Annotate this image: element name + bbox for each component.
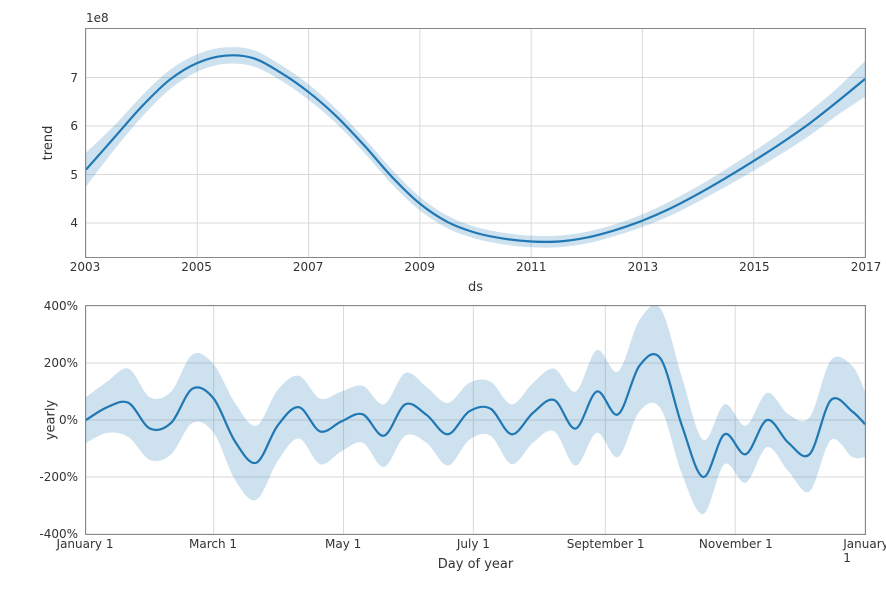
xtick-label: July 1 [457, 537, 490, 551]
ytick-label: 200% [44, 356, 78, 370]
ytick-label: -200% [39, 470, 78, 484]
xtick-label: 2013 [628, 260, 659, 274]
xtick-label: 2017 [851, 260, 882, 274]
ytick-label: 5 [70, 168, 78, 182]
xtick-label: January 1 [843, 537, 886, 565]
xtick-label: 2005 [181, 260, 212, 274]
xtick-label: 2011 [516, 260, 547, 274]
y-multiplier: 1e8 [86, 11, 109, 25]
xtick-label: 2007 [293, 260, 324, 274]
ylabel-yearly: yearly [44, 400, 59, 440]
figure: 1e8 trend 4567 2003 2005 2007 2009 2011 2013 2… [10, 28, 876, 572]
xtick-label: January 1 [57, 537, 114, 551]
yearly-panel: yearly -400%-200%0%200%400% [85, 305, 866, 535]
trend-svg [86, 29, 865, 257]
ytick-label: 400% [44, 299, 78, 313]
ytick-label: 7 [70, 71, 78, 85]
trend-panel: 1e8 trend 4567 [85, 28, 866, 258]
xtick-label: May 1 [325, 537, 361, 551]
xtick-label: 2015 [739, 260, 770, 274]
xtick-label: 2009 [404, 260, 435, 274]
ytick-label: 0% [59, 413, 78, 427]
xticks-yearly: January 1March 1May 1July 1September 1No… [85, 535, 866, 553]
ylabel-trend: trend [41, 126, 56, 161]
xtick-label: 2003 [70, 260, 101, 274]
ytick-label: 4 [70, 216, 78, 230]
xtick-label: March 1 [189, 537, 237, 551]
xlabel-trend: ds [85, 280, 866, 295]
yearly-svg [86, 306, 865, 534]
xlabel-yearly: Day of year [85, 557, 866, 572]
xticks-trend: 20032005200720092011201320152017 [85, 258, 866, 276]
ytick-label: 6 [70, 119, 78, 133]
xtick-label: September 1 [567, 537, 645, 551]
xtick-label: November 1 [699, 537, 773, 551]
